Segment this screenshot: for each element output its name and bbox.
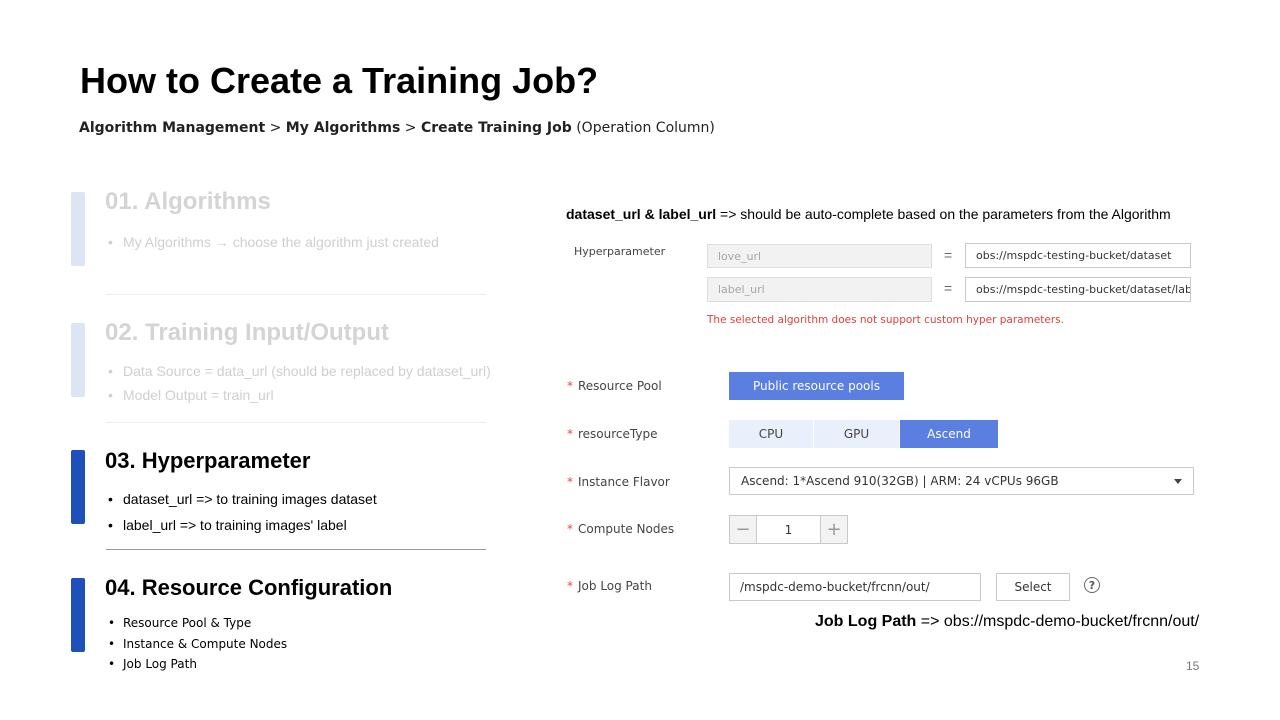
note-text: => obs://mspdc-demo-bucket/frcnn/out/ xyxy=(916,613,1200,630)
param-value-input[interactable]: obs://mspdc-testing-bucket/dataset/label… xyxy=(965,277,1191,302)
step-marker-4 xyxy=(71,578,85,652)
instance-flavor-select[interactable]: Ascend: 1*Ascend 910(32GB) | ARM: 24 vCP… xyxy=(729,467,1194,495)
bullet-item: dataset_url => to training images datase… xyxy=(108,490,377,516)
equals-sign: = xyxy=(944,247,953,263)
breadcrumb-suffix: (Operation Column) xyxy=(571,120,715,136)
job-log-path-note: Job Log Path => obs://mspdc-demo-bucket/… xyxy=(815,613,1199,631)
label-text: resourceType xyxy=(578,427,658,441)
hyperparameter-error-message: The selected algorithm does not support … xyxy=(707,314,1064,326)
resource-type-cpu[interactable]: CPU xyxy=(729,420,813,448)
instance-flavor-label: * Instance Flavor xyxy=(567,475,670,489)
section-title-resource-configuration: 04. Resource Configuration xyxy=(105,575,393,600)
breadcrumb: Algorithm Management > My Algorithms > C… xyxy=(79,120,715,136)
compute-nodes-input[interactable]: 1 xyxy=(757,515,820,544)
note-text: => should be auto-complete based on the … xyxy=(716,206,1171,222)
label-text: Job Log Path xyxy=(578,579,652,593)
decrement-button[interactable]: − xyxy=(729,515,757,544)
step-marker-2 xyxy=(71,323,85,397)
section-divider xyxy=(106,422,486,423)
param-name-field: love_url xyxy=(707,244,932,268)
section-title-hyperparameter: 03. Hyperparameter xyxy=(105,448,311,473)
required-marker: * xyxy=(567,475,573,489)
step-marker-3 xyxy=(71,450,85,524)
select-path-button[interactable]: Select xyxy=(996,573,1070,601)
help-icon[interactable]: ? xyxy=(1084,577,1100,593)
hyperparameter-label: Hyperparameter xyxy=(574,245,666,258)
label-text: Compute Nodes xyxy=(578,522,675,536)
resource-type-ascend[interactable]: Ascend xyxy=(900,420,998,448)
section-title-training-io: 02. Training Input/Output xyxy=(105,319,389,346)
breadcrumb-item-my-algorithms: My Algorithms xyxy=(285,120,401,136)
bullet-item: label_url => to training images' label xyxy=(108,516,377,542)
selected-value: Ascend: 1*Ascend 910(32GB) | ARM: 24 vCP… xyxy=(741,474,1059,488)
section-divider xyxy=(106,294,486,295)
resource-pool-label: * Resource Pool xyxy=(567,379,662,393)
chevron-down-icon xyxy=(1174,479,1182,484)
bullet-item: Model Output = train_url xyxy=(108,386,491,410)
required-marker: * xyxy=(567,522,573,536)
bullet-item: Job Log Path xyxy=(108,656,287,677)
page-title: How to Create a Training Job? xyxy=(80,60,599,101)
note-keyword: dataset_url & label_url xyxy=(566,206,717,222)
section-bullets-training-io: Data Source = data_url (should be replac… xyxy=(108,362,491,410)
param-name-field: label_url xyxy=(707,277,932,302)
required-marker: * xyxy=(567,427,573,441)
section-bullets-resource-configuration: Resource Pool & Type Instance & Compute … xyxy=(108,615,287,677)
bullet-item: Data Source = data_url (should be replac… xyxy=(108,362,491,386)
label-text: Instance Flavor xyxy=(578,475,670,489)
section-title-algorithms: 01. Algorithms xyxy=(105,188,271,215)
job-log-path-label: * Job Log Path xyxy=(567,579,652,593)
step-marker-1 xyxy=(71,192,85,266)
increment-button[interactable]: + xyxy=(820,515,848,544)
page-number: 15 xyxy=(1186,659,1200,673)
breadcrumb-item-create-training-job: Create Training Job xyxy=(420,120,572,136)
breadcrumb-item-algorithm-management: Algorithm Management xyxy=(79,120,266,136)
bullet-item: Instance & Compute Nodes xyxy=(108,636,287,657)
required-marker: * xyxy=(567,579,573,593)
breadcrumb-separator: > xyxy=(400,120,421,136)
resource-type-label: * resourceType xyxy=(567,427,657,441)
equals-sign: = xyxy=(944,280,953,296)
param-value-input[interactable]: obs://mspdc-testing-bucket/dataset xyxy=(965,243,1191,268)
resource-type-gpu[interactable]: GPU xyxy=(814,420,899,448)
job-log-path-input[interactable]: /mspdc-demo-bucket/frcnn/out/ xyxy=(729,573,981,601)
label-text: Resource Pool xyxy=(578,379,662,393)
section-divider xyxy=(106,549,486,550)
hyperparameter-note: dataset_url & label_url => should be aut… xyxy=(566,206,1171,222)
bullet-item: My Algorithms → choose the algorithm jus… xyxy=(108,233,439,257)
breadcrumb-separator: > xyxy=(265,120,286,136)
public-resource-pools-button[interactable]: Public resource pools xyxy=(729,372,904,400)
compute-nodes-label: * Compute Nodes xyxy=(567,522,674,536)
required-marker: * xyxy=(567,379,573,393)
section-bullets-algorithms: My Algorithms → choose the algorithm jus… xyxy=(108,233,439,257)
bullet-item: Resource Pool & Type xyxy=(108,615,287,636)
section-bullets-hyperparameter: dataset_url => to training images datase… xyxy=(108,490,377,542)
note-keyword: Job Log Path xyxy=(815,613,917,630)
